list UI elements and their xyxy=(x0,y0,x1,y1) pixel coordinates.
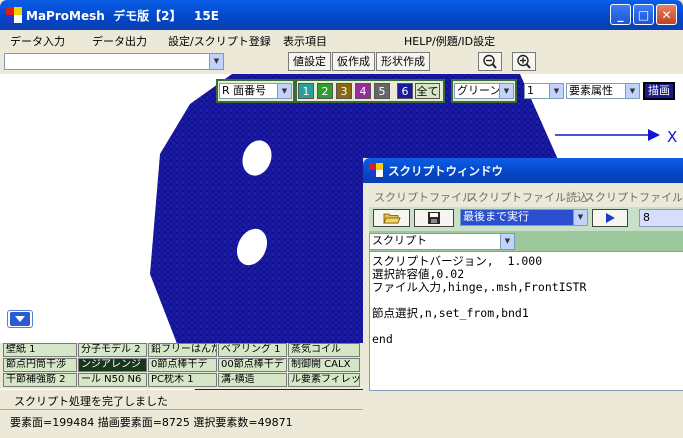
run-mode-select[interactable]: 最後まで実行 ▼ xyxy=(460,209,588,226)
menu-data-output[interactable]: データ出力 xyxy=(92,33,147,49)
script-editor[interactable]: スクリプトバージョン, 1.000 選択許容値,0.02 ファイル入力,hinge,… xyxy=(369,251,683,391)
number-button-2[interactable]: 2 xyxy=(317,83,333,99)
preset-button[interactable]: 00節点棒干デ xyxy=(218,358,287,372)
color-select-value: グリーン xyxy=(457,84,501,97)
script-line: 節点選択,n,set_from,bnd1 xyxy=(372,306,529,320)
face-number-select[interactable]: R 面番号 ▼ xyxy=(219,83,292,99)
status-counts: 要素面=199484 描画要素面=8725 選択要素数=49871 xyxy=(10,416,293,429)
zoom-out-icon xyxy=(483,54,497,69)
status-message-bar: スクリプト処理を完了しました xyxy=(0,389,363,409)
preset-button[interactable]: 鉛フリーはんだ xyxy=(148,343,217,357)
script-window-title: スクリプトウィンドウ xyxy=(388,164,503,178)
attribute-select-value: 要素属性 xyxy=(569,84,613,97)
shape-create-button[interactable]: 形状作成 xyxy=(376,52,430,71)
folder-open-icon xyxy=(383,213,401,224)
face-number-value: R 面番号 xyxy=(222,84,267,97)
number-button-4[interactable]: 4 xyxy=(355,83,371,99)
preset-button[interactable]: ル要素フィレッ xyxy=(288,373,360,387)
script-window-footer xyxy=(363,391,683,432)
command-combo-value xyxy=(5,54,9,67)
line-count-input[interactable]: 8 xyxy=(639,209,683,227)
zoom-in-icon xyxy=(517,54,531,69)
preset-button[interactable]: 蒸気コイル xyxy=(288,343,360,357)
color-select[interactable]: グリーン ▼ xyxy=(454,83,514,99)
number-button-5[interactable]: 5 xyxy=(374,83,390,99)
maximize-button[interactable]: □ xyxy=(633,4,654,25)
preset-button[interactable]: 干節補強筋 2 xyxy=(3,373,77,387)
level-select[interactable]: 1 ▼ xyxy=(524,83,564,99)
x-axis-label: X xyxy=(667,128,678,146)
chevron-down-icon[interactable]: ▼ xyxy=(573,210,587,225)
chevron-down-icon[interactable]: ▼ xyxy=(277,84,291,98)
command-combo[interactable]: ▼ xyxy=(4,53,224,70)
preset-button[interactable]: 分子モデル 2 xyxy=(78,343,147,357)
all-button[interactable]: 全て xyxy=(415,83,440,99)
scroll-down-button[interactable] xyxy=(7,310,33,328)
value-set-button[interactable]: 値設定 xyxy=(288,52,331,71)
draw-button[interactable]: 描画 xyxy=(643,82,675,100)
script-line: ファイル入力,hinge,.msh,FrontISTR xyxy=(372,280,587,294)
temp-create-button[interactable]: 仮作成 xyxy=(332,52,375,71)
chevron-down-icon[interactable]: ▼ xyxy=(209,54,223,69)
number-button-1[interactable]: 1 xyxy=(298,83,314,99)
run-mode-value: 最後まで実行 xyxy=(463,210,529,223)
menu-data-input[interactable]: データ入力 xyxy=(10,33,65,49)
play-icon xyxy=(606,213,615,223)
level-select-value: 1 xyxy=(527,84,534,97)
preset-button[interactable]: 壁紙 1 xyxy=(3,343,77,357)
script-line: end xyxy=(372,332,393,346)
preset-button[interactable]: 制御開 CALX xyxy=(288,358,360,372)
status-message: スクリプト処理を完了しました xyxy=(14,395,168,408)
preset-button[interactable]: ール N50 N6 xyxy=(78,373,147,387)
triangle-down-icon xyxy=(10,312,30,326)
attribute-select[interactable]: 要素属性 ▼ xyxy=(566,83,640,99)
number-button-6[interactable]: 6 xyxy=(397,83,413,99)
script-menu-file[interactable]: スクリプトファイル xyxy=(374,189,473,205)
app-logo-icon xyxy=(369,163,383,177)
chevron-down-icon[interactable]: ▼ xyxy=(625,84,639,98)
open-button[interactable] xyxy=(373,209,410,227)
chevron-down-icon[interactable]: ▼ xyxy=(499,84,513,98)
save-button[interactable] xyxy=(414,209,454,227)
chevron-down-icon[interactable]: ▼ xyxy=(500,234,514,249)
app-logo-icon xyxy=(6,7,22,23)
preset-button[interactable]: PC枕木 1 xyxy=(148,373,217,387)
menu-display-items[interactable]: 表示項目 xyxy=(283,33,327,49)
script-line xyxy=(372,320,683,333)
preset-button[interactable]: 節点円筒干渉 xyxy=(3,358,77,372)
window-title: MaProMesh デモ版【2】 15E xyxy=(26,9,219,23)
script-menu-load[interactable]: スクリプトファイル読込 xyxy=(467,189,588,205)
preset-button[interactable]: 0節点棒干デ xyxy=(148,358,217,372)
run-button[interactable] xyxy=(592,209,628,227)
chevron-down-icon[interactable]: ▼ xyxy=(549,84,563,98)
zoom-out-button[interactable] xyxy=(478,52,502,71)
preset-button[interactable]: 溝-横造 xyxy=(218,373,287,387)
script-mode-select[interactable]: スクリプト ▼ xyxy=(369,233,515,250)
preset-button-selected[interactable]: ンジアレンジ xyxy=(78,358,147,372)
menu-help[interactable]: HELP/例題/ID設定 xyxy=(404,33,495,49)
number-button-3[interactable]: 3 xyxy=(336,83,352,99)
minimize-button[interactable]: _ xyxy=(610,4,631,25)
script-menu-switch[interactable]: スクリプトファイル切替 xyxy=(584,189,683,205)
menu-settings-script[interactable]: 設定/スクリプト登録 xyxy=(168,33,271,49)
x-axis-arrow xyxy=(648,129,660,141)
script-mode-value: スクリプト xyxy=(372,234,427,247)
floppy-disk-icon xyxy=(428,212,440,224)
preset-button[interactable]: ベアリング 1 xyxy=(218,343,287,357)
close-button[interactable]: ✕ xyxy=(656,4,677,25)
zoom-in-button[interactable] xyxy=(512,52,536,71)
